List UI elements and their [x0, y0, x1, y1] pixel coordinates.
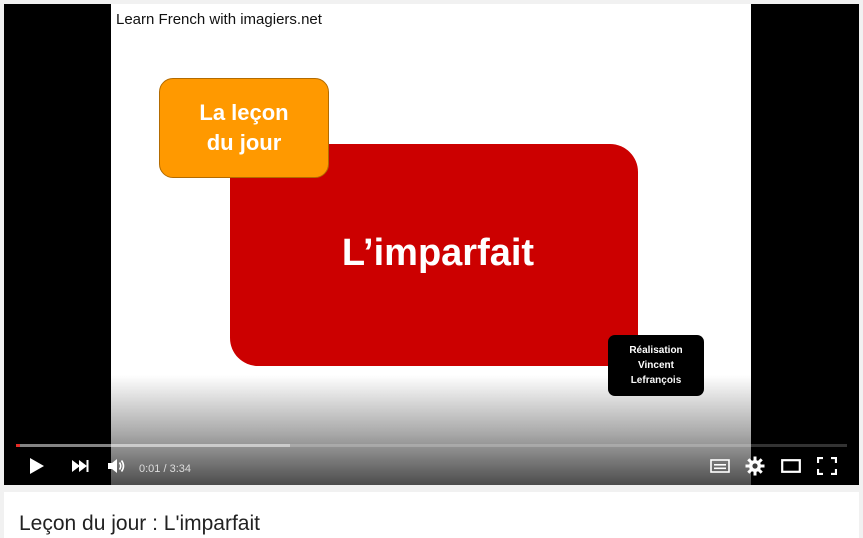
- duration: 3:34: [169, 462, 192, 475]
- channel-title: Learn French with imagiers.net: [116, 11, 322, 28]
- fullscreen-icon: [816, 456, 838, 480]
- play-icon: [29, 457, 45, 480]
- control-bar: 0:01 / 3:34: [4, 452, 859, 485]
- subtitles-icon: [710, 459, 730, 478]
- lesson-badge-text: La leçon du jour: [199, 100, 289, 155]
- next-button[interactable]: [66, 452, 94, 485]
- play-button[interactable]: [22, 452, 52, 485]
- theater-mode-button[interactable]: [778, 452, 804, 485]
- video-player[interactable]: Learn French with imagiers.net L’imparfa…: [4, 4, 859, 485]
- progress-played: [16, 444, 21, 447]
- next-icon: [71, 459, 89, 478]
- gear-icon: [745, 456, 765, 481]
- progress-bar[interactable]: [16, 444, 847, 447]
- current-time: 0:01: [139, 462, 161, 475]
- progress-buffered: [16, 444, 291, 447]
- settings-button[interactable]: [742, 452, 768, 485]
- volume-icon: [107, 458, 127, 479]
- subtitles-button[interactable]: [707, 452, 733, 485]
- video-title: Leçon du jour : L'imparfait: [19, 512, 260, 535]
- time-display: 0:01 / 3:34: [139, 452, 191, 485]
- fullscreen-button[interactable]: [814, 452, 840, 485]
- lesson-badge: La leçon du jour: [159, 78, 329, 178]
- theater-mode-icon: [781, 459, 801, 478]
- main-title: L’imparfait: [341, 231, 535, 274]
- time-separator: /: [160, 462, 170, 475]
- volume-button[interactable]: [104, 452, 130, 485]
- video-info: Leçon du jour : L'imparfait: [4, 492, 859, 538]
